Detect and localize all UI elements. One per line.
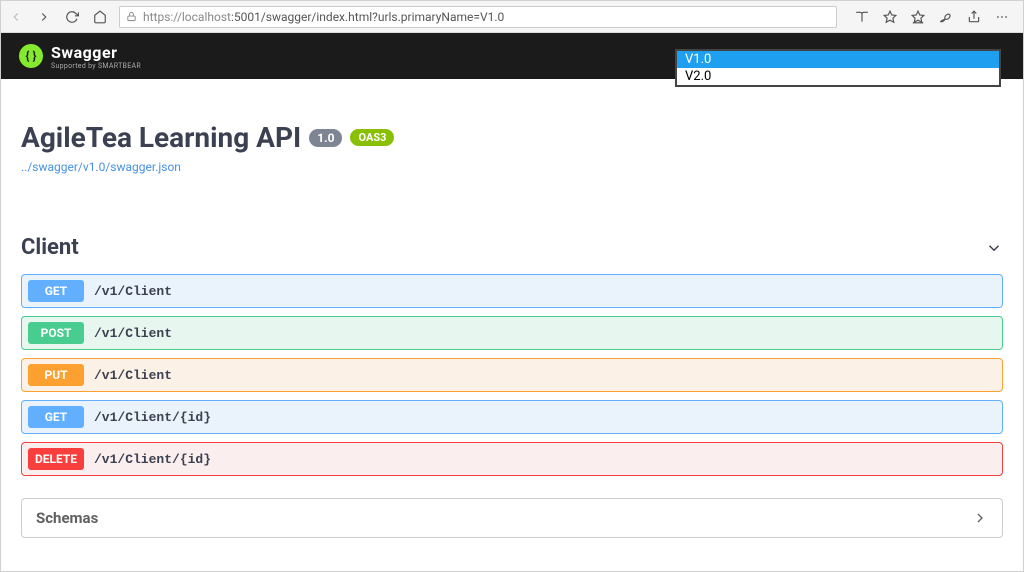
forward-icon[interactable] [37, 10, 51, 24]
chevron-down-icon [985, 239, 1003, 257]
operation-delete-row[interactable]: DELETE/v1/Client/{id} [21, 442, 1003, 476]
operation-get-row[interactable]: GET/v1/Client/{id} [21, 400, 1003, 434]
method-badge: GET [28, 280, 84, 302]
reading-view-icon[interactable] [855, 10, 869, 24]
method-badge: PUT [28, 364, 84, 386]
endpoint-path: /v1/Client [94, 284, 172, 299]
browser-right-actions [849, 10, 1015, 24]
oas-pill: OAS3 [350, 129, 394, 146]
schemas-label: Schemas [36, 509, 98, 527]
swagger-json-link[interactable]: ../swagger/v1.0/swagger.json [21, 160, 181, 174]
page-content: AgileTea Learning API 1.0 OAS3 ../swagge… [1, 121, 1023, 538]
endpoint-path: /v1/Client [94, 326, 172, 341]
star-outline-icon[interactable] [883, 10, 897, 24]
method-badge: GET [28, 406, 84, 428]
more-icon[interactable] [995, 10, 1009, 24]
nav-buttons [9, 10, 107, 24]
dropdown-option-v1[interactable]: V1.0 [677, 51, 999, 68]
dropdown-option-v2[interactable]: V2.0 [677, 68, 999, 85]
api-title: AgileTea Learning API [21, 121, 301, 154]
method-badge: DELETE [28, 448, 84, 470]
endpoint-path: /v1/Client/{id} [94, 410, 211, 425]
endpoint-path: /v1/Client [94, 368, 172, 383]
operation-put-row[interactable]: PUT/v1/Client [21, 358, 1003, 392]
endpoint-path: /v1/Client/{id} [94, 452, 211, 467]
method-badge: POST [28, 322, 84, 344]
brand-name: Swagger [51, 43, 141, 62]
notes-icon[interactable] [939, 10, 953, 24]
browser-toolbar: https://localhost:5001/swagger/index.htm… [1, 1, 1023, 33]
tag-client-row[interactable]: Client [21, 235, 1003, 266]
operation-get-row[interactable]: GET/v1/Client [21, 274, 1003, 308]
operations-list: GET/v1/ClientPOST/v1/ClientPUT/v1/Client… [21, 274, 1003, 476]
operation-post-row[interactable]: POST/v1/Client [21, 316, 1003, 350]
swagger-header: { } Swagger Supported by SMARTBEAR Selec… [1, 33, 1023, 79]
version-pill: 1.0 [309, 129, 342, 147]
address-bar[interactable]: https://localhost:5001/swagger/index.htm… [119, 6, 837, 28]
api-title-row: AgileTea Learning API 1.0 OAS3 [21, 121, 1003, 154]
favorites-hub-icon[interactable] [911, 10, 925, 24]
back-icon[interactable] [9, 10, 23, 24]
schemas-row[interactable]: Schemas [21, 498, 1003, 538]
definition-dropdown[interactable]: V1.0 V2.0 [675, 49, 1001, 87]
tag-name: Client [21, 235, 79, 260]
chevron-right-icon [972, 510, 988, 526]
swagger-logo: { } Swagger Supported by SMARTBEAR [19, 43, 141, 70]
brand-sub: Supported by SMARTBEAR [51, 62, 141, 70]
home-icon[interactable] [93, 10, 107, 24]
lock-icon [126, 11, 137, 22]
share-icon[interactable] [967, 10, 981, 24]
swagger-badge-icon: { } [19, 44, 43, 68]
url-text: https://localhost:5001/swagger/index.htm… [143, 10, 504, 24]
refresh-icon[interactable] [65, 10, 79, 24]
